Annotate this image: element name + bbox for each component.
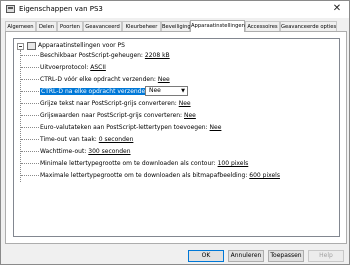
ok-button[interactable]: OK	[188, 250, 224, 262]
help-button[interactable]: Help	[308, 250, 344, 262]
tree-item[interactable]: CTRL-D vóór elke opdracht verzenden: Nee	[14, 75, 334, 84]
setting-label: Time-out van taak:	[40, 136, 97, 143]
title-bar: Eigenschappen van PS3 ✕	[1, 1, 349, 18]
setting-value[interactable]: Nee	[158, 76, 170, 83]
setting-label: Maximale lettertypegrootte om te downloa…	[40, 172, 248, 179]
setting-label: Euro-valutateken aan PostScript-letterty…	[40, 124, 208, 131]
setting-value[interactable]: Nee	[210, 124, 222, 131]
tree-item[interactable]: Grijze tekst naar PostScript-grijs conve…	[14, 99, 334, 108]
tab-geavanceerde-opties[interactable]: Geavanceerde opties	[280, 21, 337, 31]
setting-value[interactable]: 600 pixels	[249, 172, 280, 179]
close-button[interactable]: ✕	[329, 2, 345, 16]
tree-item[interactable]: Uitvoerprotocol: ASCII	[14, 63, 334, 72]
tree-item-selected[interactable]: CTRL-D na elke opdracht verzenden: Nee ▼	[14, 86, 334, 96]
value-dropdown[interactable]: Nee ▼	[145, 86, 188, 96]
setting-label: CTRL-D vóór elke opdracht verzenden:	[40, 76, 156, 83]
printer-icon	[6, 5, 15, 13]
tab-accessoires[interactable]: Accessoires	[245, 21, 280, 31]
setting-value[interactable]: Nee	[184, 112, 196, 119]
setting-label: Wachttime-out:	[40, 148, 87, 155]
setting-label: Beschikbaar PostScript-geheugen:	[40, 52, 143, 59]
tree-item[interactable]: Maximale lettertypegrootte om te downloa…	[14, 171, 334, 180]
tab-algemeen[interactable]: Algemeen	[5, 21, 36, 31]
tree-item[interactable]: Grijswaarden naar PostScript-grijs conve…	[14, 111, 334, 120]
setting-value[interactable]: 300 seconden	[88, 148, 130, 155]
tree-item[interactable]: Time-out van taak: 0 seconden	[14, 135, 334, 144]
settings-tree[interactable]: Apparaatinstellingen voor PS Beschikbaar…	[13, 38, 340, 237]
setting-label: Minimale lettertypegrootte om te downloa…	[40, 160, 216, 167]
setting-value[interactable]: ASCII	[90, 64, 106, 71]
printer-icon	[27, 42, 36, 50]
dropdown-value: Nee	[149, 87, 161, 94]
tree-root-label: Apparaatinstellingen voor PS	[38, 42, 125, 49]
setting-value[interactable]: Nee	[179, 100, 191, 107]
tab-beveiliging[interactable]: Beveiliging	[161, 21, 191, 31]
tab-kleurbeheer[interactable]: Kleurbeheer	[122, 21, 161, 31]
tree-item[interactable]: Euro-valutateken aan PostScript-letterty…	[14, 123, 334, 132]
tab-delen[interactable]: Delen	[36, 21, 57, 31]
window-title: Eigenschappen van PS3	[19, 5, 103, 13]
setting-label: Uitvoerprotocol:	[40, 64, 89, 71]
tab-poorten[interactable]: Poorten	[57, 21, 83, 31]
collapse-icon[interactable]	[17, 43, 24, 50]
setting-label: Grijswaarden naar PostScript-grijs conve…	[40, 112, 183, 119]
apply-button[interactable]: Toepassen	[268, 250, 304, 262]
setting-label: Grijze tekst naar PostScript-grijs conve…	[40, 100, 177, 107]
tree-item[interactable]: Beschikbaar PostScript-geheugen: 2208 kB	[14, 51, 334, 60]
tab-geavanceerd[interactable]: Geavanceerd	[83, 21, 122, 31]
cancel-button[interactable]: Annuleren	[228, 250, 264, 262]
setting-label: CTRL-D na elke opdracht verzenden:	[40, 88, 153, 95]
setting-value[interactable]: 100 pixels	[218, 160, 249, 167]
tree-item[interactable]: Wachttime-out: 300 seconden	[14, 147, 334, 156]
tab-apparaatinstellingen[interactable]: Apparaatinstellingen	[190, 20, 245, 32]
setting-value[interactable]: 0 seconden	[99, 136, 134, 143]
tree-item[interactable]: Minimale lettertypegrootte om te downloa…	[14, 159, 334, 168]
tab-panel: Apparaatinstellingen voor PS Beschikbaar…	[5, 31, 347, 244]
setting-value[interactable]: 2208 kB	[145, 52, 170, 59]
properties-dialog: Eigenschappen van PS3 ✕ Algemeen Delen P…	[0, 0, 350, 265]
chevron-down-icon[interactable]: ▼	[181, 87, 185, 95]
